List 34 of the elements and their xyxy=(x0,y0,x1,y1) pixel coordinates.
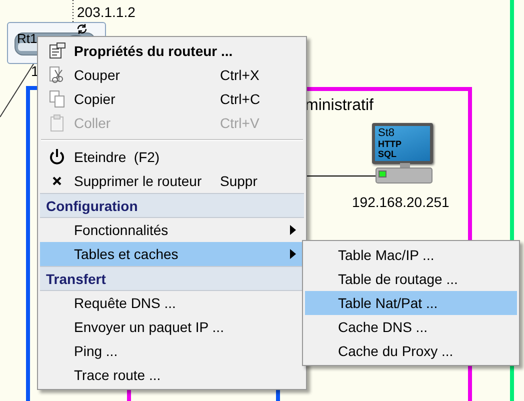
menu-item[interactable]: Copier Ctrl+C xyxy=(40,87,304,111)
menu-item[interactable]: Ping ... xyxy=(40,339,304,363)
menu-item[interactable]: Cache du Proxy ... xyxy=(305,339,517,363)
service-label: SQL xyxy=(377,149,398,159)
menu-item[interactable]: Eteindre (F2) xyxy=(40,145,304,169)
menu-item[interactable]: Couper Ctrl+X xyxy=(40,63,304,87)
menu-section-header: Configuration xyxy=(40,193,304,218)
ip-address-label: 1 xyxy=(31,63,39,79)
menu-item[interactable]: Fonctionnalités xyxy=(40,218,304,242)
sync-icon xyxy=(75,22,89,36)
ip-address-label: 192.168.20.251 xyxy=(352,194,450,210)
network-name: ministratif xyxy=(305,98,374,114)
clipboard-icon xyxy=(48,114,66,132)
router-name: Rt1 xyxy=(17,32,38,46)
menu-item[interactable]: Table de routage ... xyxy=(305,267,517,291)
menu-item[interactable]: Trace route ... xyxy=(40,363,304,387)
copy-icon xyxy=(48,90,66,108)
menu-item[interactable]: Tables et caches xyxy=(40,242,304,266)
scissors-icon xyxy=(48,66,66,84)
menu-item[interactable]: Cache DNS ... xyxy=(305,315,517,339)
menu-item[interactable]: Table Mac/IP ... xyxy=(305,243,517,267)
close-icon xyxy=(52,176,62,186)
service-label: HTTP xyxy=(377,139,402,149)
menu-item[interactable]: Requête DNS ... xyxy=(40,291,304,315)
properties-icon xyxy=(48,42,66,60)
menu-section-header: Transfert xyxy=(40,266,304,291)
power-icon xyxy=(48,148,66,166)
menu-item[interactable]: Supprimer le routeur Suppr xyxy=(40,169,304,193)
ip-address-label: 203.1.1.2 xyxy=(77,4,136,20)
computer-base-drawing xyxy=(375,163,435,185)
menu-item[interactable]: Envoyer un paquet IP ... xyxy=(40,315,304,339)
link-line xyxy=(72,0,74,22)
menu-item[interactable]: Table Nat/Pat ... xyxy=(305,291,517,315)
station-name: St8 xyxy=(377,126,396,139)
